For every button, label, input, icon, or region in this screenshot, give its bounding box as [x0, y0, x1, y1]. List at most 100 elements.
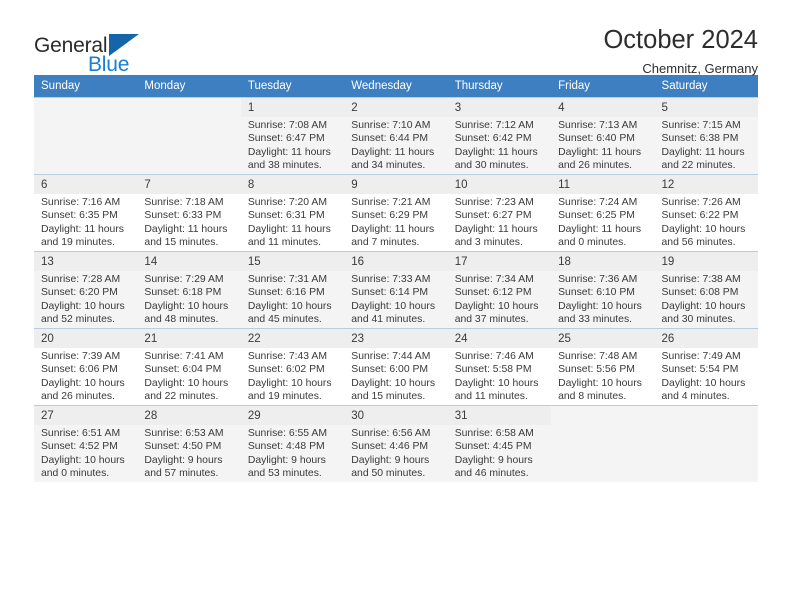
calendar-day-cell[interactable]: 8 Sunrise: 7:20 AM Sunset: 6:31 PM Daylight… — [240, 174, 345, 252]
sunrise-text: Sunrise: 7:18 AM — [144, 197, 224, 209]
day-details: Sunrise: 7:29 AM Sunset: 6:18 PM Daylight:… — [137, 271, 240, 326]
calendar-day-cell[interactable]: 18 Sunrise: 7:36 AM Sunset: 6:10 PM Dayligh… — [551, 251, 655, 329]
sunset-text: Sunset: 6:16 PM — [247, 287, 325, 299]
calendar-day-cell[interactable]: 10 Sunrise: 7:23 AM Sunset: 6:27 PM Dayligh… — [447, 174, 552, 252]
calendar-day-cell[interactable]: 14 Sunrise: 7:29 AM Sunset: 6:18 PM Dayligh… — [137, 251, 241, 329]
calendar-day-cell[interactable]: 3 Sunrise: 7:12 AM Sunset: 6:42 PM Daylight… — [447, 97, 552, 175]
day-number: 2 — [344, 98, 448, 118]
sunrise-text: Sunrise: 6:51 AM — [41, 428, 121, 440]
sunrise-text: Sunrise: 7:33 AM — [351, 274, 431, 286]
calendar-day-cell[interactable]: 20 Sunrise: 7:39 AM Sunset: 6:06 PM Dayligh… — [34, 328, 138, 406]
sunset-text: Sunset: 6:44 PM — [351, 133, 429, 145]
sunset-text: Sunset: 6:31 PM — [247, 210, 325, 222]
day-details: Sunrise: 6:58 AM Sunset: 4:45 PM Daylight:… — [448, 425, 551, 480]
weekday-header-row: Sunday Monday Tuesday Wednesday Thursday… — [34, 75, 758, 98]
weekday-header-saturday: Saturday — [654, 75, 758, 98]
calendar-day-cell[interactable]: 30 Sunrise: 6:56 AM Sunset: 4:46 PM Dayligh… — [344, 405, 448, 482]
calendar-day-cell[interactable]: 2 Sunrise: 7:10 AM Sunset: 6:44 PM Daylight… — [344, 97, 448, 175]
calendar-day-cell[interactable]: 21 Sunrise: 7:41 AM Sunset: 6:04 PM Dayligh… — [137, 328, 241, 406]
calendar-day-cell-empty — [551, 405, 655, 482]
calendar-day-cell[interactable]: 19 Sunrise: 7:38 AM Sunset: 6:08 PM Dayligh… — [654, 251, 758, 329]
calendar-day-cell[interactable]: 16 Sunrise: 7:33 AM Sunset: 6:14 PM Dayligh… — [344, 251, 448, 329]
calendar-day-cell[interactable]: 22 Sunrise: 7:43 AM Sunset: 6:02 PM Dayligh… — [240, 328, 345, 406]
sunrise-text: Sunrise: 7:20 AM — [247, 197, 327, 209]
day-number: 26 — [654, 329, 758, 349]
calendar-week-row: 13 Sunrise: 7:28 AM Sunset: 6:20 PM Dayligh… — [34, 251, 758, 329]
calendar-day-cell[interactable]: 1 Sunrise: 7:08 AM Sunset: 6:47 PM Daylight… — [240, 97, 345, 175]
daylight-text: Daylight: 9 hours and 50 minutes. — [351, 454, 430, 479]
sunset-text: Sunset: 4:48 PM — [247, 441, 325, 453]
daylight-text: Daylight: 10 hours and 26 minutes. — [41, 377, 125, 402]
sunset-text: Sunset: 6:29 PM — [351, 210, 429, 222]
sunset-text: Sunset: 6:35 PM — [41, 210, 118, 222]
calendar-day-cell[interactable]: 31 Sunrise: 6:58 AM Sunset: 4:45 PM Dayligh… — [447, 405, 552, 482]
calendar-day-cell[interactable]: 13 Sunrise: 7:28 AM Sunset: 6:20 PM Dayligh… — [34, 251, 138, 329]
day-details: Sunrise: 7:31 AM Sunset: 6:16 PM Daylight:… — [241, 271, 344, 326]
calendar-day-cell[interactable]: 29 Sunrise: 6:55 AM Sunset: 4:48 PM Dayligh… — [240, 405, 345, 482]
day-details: Sunrise: 6:55 AM Sunset: 4:48 PM Daylight:… — [241, 425, 344, 480]
daylight-text: Daylight: 11 hours and 0 minutes. — [558, 223, 642, 248]
calendar-day-cell[interactable]: 23 Sunrise: 7:44 AM Sunset: 6:00 PM Dayligh… — [344, 328, 448, 406]
calendar-day-cell[interactable]: 9 Sunrise: 7:21 AM Sunset: 6:29 PM Daylight… — [344, 174, 448, 252]
sunset-text: Sunset: 6:18 PM — [144, 287, 222, 299]
day-number: 10 — [447, 175, 552, 195]
daylight-text: Daylight: 10 hours and 11 minutes. — [454, 377, 539, 402]
sunset-text: Sunset: 6:06 PM — [41, 364, 118, 376]
calendar-day-cell[interactable]: 5 Sunrise: 7:15 AM Sunset: 6:38 PM Daylight… — [654, 97, 758, 175]
calendar-day-cell[interactable]: 26 Sunrise: 7:49 AM Sunset: 5:54 PM Dayligh… — [654, 328, 758, 406]
calendar-day-cell[interactable]: 15 Sunrise: 7:31 AM Sunset: 6:16 PM Dayligh… — [240, 251, 345, 329]
weekday-header-friday: Friday — [551, 75, 655, 98]
day-details: Sunrise: 7:33 AM Sunset: 6:14 PM Daylight:… — [344, 271, 447, 326]
calendar-day-cell[interactable]: 12 Sunrise: 7:26 AM Sunset: 6:22 PM Dayligh… — [654, 174, 758, 252]
day-number: 12 — [654, 175, 758, 195]
daylight-text: Daylight: 10 hours and 22 minutes. — [144, 377, 229, 402]
daylight-text: Daylight: 11 hours and 26 minutes. — [558, 146, 642, 171]
day-details: Sunrise: 7:21 AM Sunset: 6:29 PM Daylight:… — [344, 194, 447, 249]
day-number: 15 — [240, 252, 345, 272]
day-details: Sunrise: 7:48 AM Sunset: 5:56 PM Daylight:… — [551, 348, 654, 403]
sunrise-text: Sunrise: 7:49 AM — [661, 351, 741, 363]
sunset-text: Sunset: 6:25 PM — [558, 210, 635, 222]
sunset-text: Sunset: 6:12 PM — [454, 287, 532, 299]
calendar-day-cell[interactable]: 24 Sunrise: 7:46 AM Sunset: 5:58 PM Dayligh… — [447, 328, 552, 406]
sunrise-text: Sunrise: 7:21 AM — [351, 197, 431, 209]
calendar-day-cell-empty — [654, 405, 758, 482]
calendar-page: General Blue October 2024 Chemnitz, Germ… — [0, 0, 792, 612]
daylight-text: Daylight: 10 hours and 19 minutes. — [247, 377, 332, 402]
day-details: Sunrise: 7:20 AM Sunset: 6:31 PM Daylight:… — [241, 194, 344, 249]
calendar-day-cell[interactable]: 7 Sunrise: 7:18 AM Sunset: 6:33 PM Daylight… — [137, 174, 241, 252]
day-number: 14 — [137, 252, 241, 272]
sunset-text: Sunset: 5:58 PM — [454, 364, 532, 376]
calendar-day-cell[interactable]: 25 Sunrise: 7:48 AM Sunset: 5:56 PM Dayligh… — [551, 328, 655, 406]
day-number: 29 — [240, 406, 345, 426]
day-details: Sunrise: 7:08 AM Sunset: 6:47 PM Daylight:… — [241, 117, 344, 172]
day-number: 4 — [551, 98, 655, 118]
calendar-day-cell[interactable]: 27 Sunrise: 6:51 AM Sunset: 4:52 PM Dayligh… — [34, 405, 138, 482]
calendar-day-cell[interactable]: 11 Sunrise: 7:24 AM Sunset: 6:25 PM Dayligh… — [551, 174, 655, 252]
sunrise-text: Sunrise: 7:23 AM — [454, 197, 534, 209]
calendar-day-cell[interactable]: 6 Sunrise: 7:16 AM Sunset: 6:35 PM Daylight… — [34, 174, 138, 252]
daylight-text: Daylight: 10 hours and 52 minutes. — [41, 300, 125, 325]
sunset-text: Sunset: 6:10 PM — [558, 287, 635, 299]
page-subtitle: Chemnitz, Germany — [642, 60, 758, 76]
daylight-text: Daylight: 11 hours and 34 minutes. — [351, 146, 435, 171]
day-details: Sunrise: 7:28 AM Sunset: 6:20 PM Daylight:… — [34, 271, 137, 326]
sunrise-text: Sunrise: 6:58 AM — [454, 428, 534, 440]
sunset-text: Sunset: 6:27 PM — [454, 210, 532, 222]
daylight-text: Daylight: 10 hours and 0 minutes. — [41, 454, 125, 479]
day-details: Sunrise: 7:46 AM Sunset: 5:58 PM Daylight:… — [448, 348, 551, 403]
calendar-day-cell[interactable]: 17 Sunrise: 7:34 AM Sunset: 6:12 PM Dayligh… — [447, 251, 552, 329]
daylight-text: Daylight: 9 hours and 53 minutes. — [247, 454, 326, 479]
sunset-text: Sunset: 6:02 PM — [247, 364, 325, 376]
calendar-day-cell[interactable]: 28 Sunrise: 6:53 AM Sunset: 4:50 PM Dayligh… — [137, 405, 241, 482]
calendar-day-cell[interactable]: 4 Sunrise: 7:13 AM Sunset: 6:40 PM Daylight… — [551, 97, 655, 175]
daylight-text: Daylight: 9 hours and 57 minutes. — [144, 454, 223, 479]
day-number: 28 — [137, 406, 241, 426]
day-number: 23 — [344, 329, 448, 349]
sunrise-text: Sunrise: 6:55 AM — [247, 428, 327, 440]
sunrise-text: Sunrise: 7:36 AM — [558, 274, 638, 286]
generalblue-logo[interactable]: General Blue — [34, 26, 154, 75]
sunrise-text: Sunrise: 7:15 AM — [661, 120, 741, 132]
day-number: 8 — [240, 175, 345, 195]
sunrise-text: Sunrise: 7:44 AM — [351, 351, 431, 363]
